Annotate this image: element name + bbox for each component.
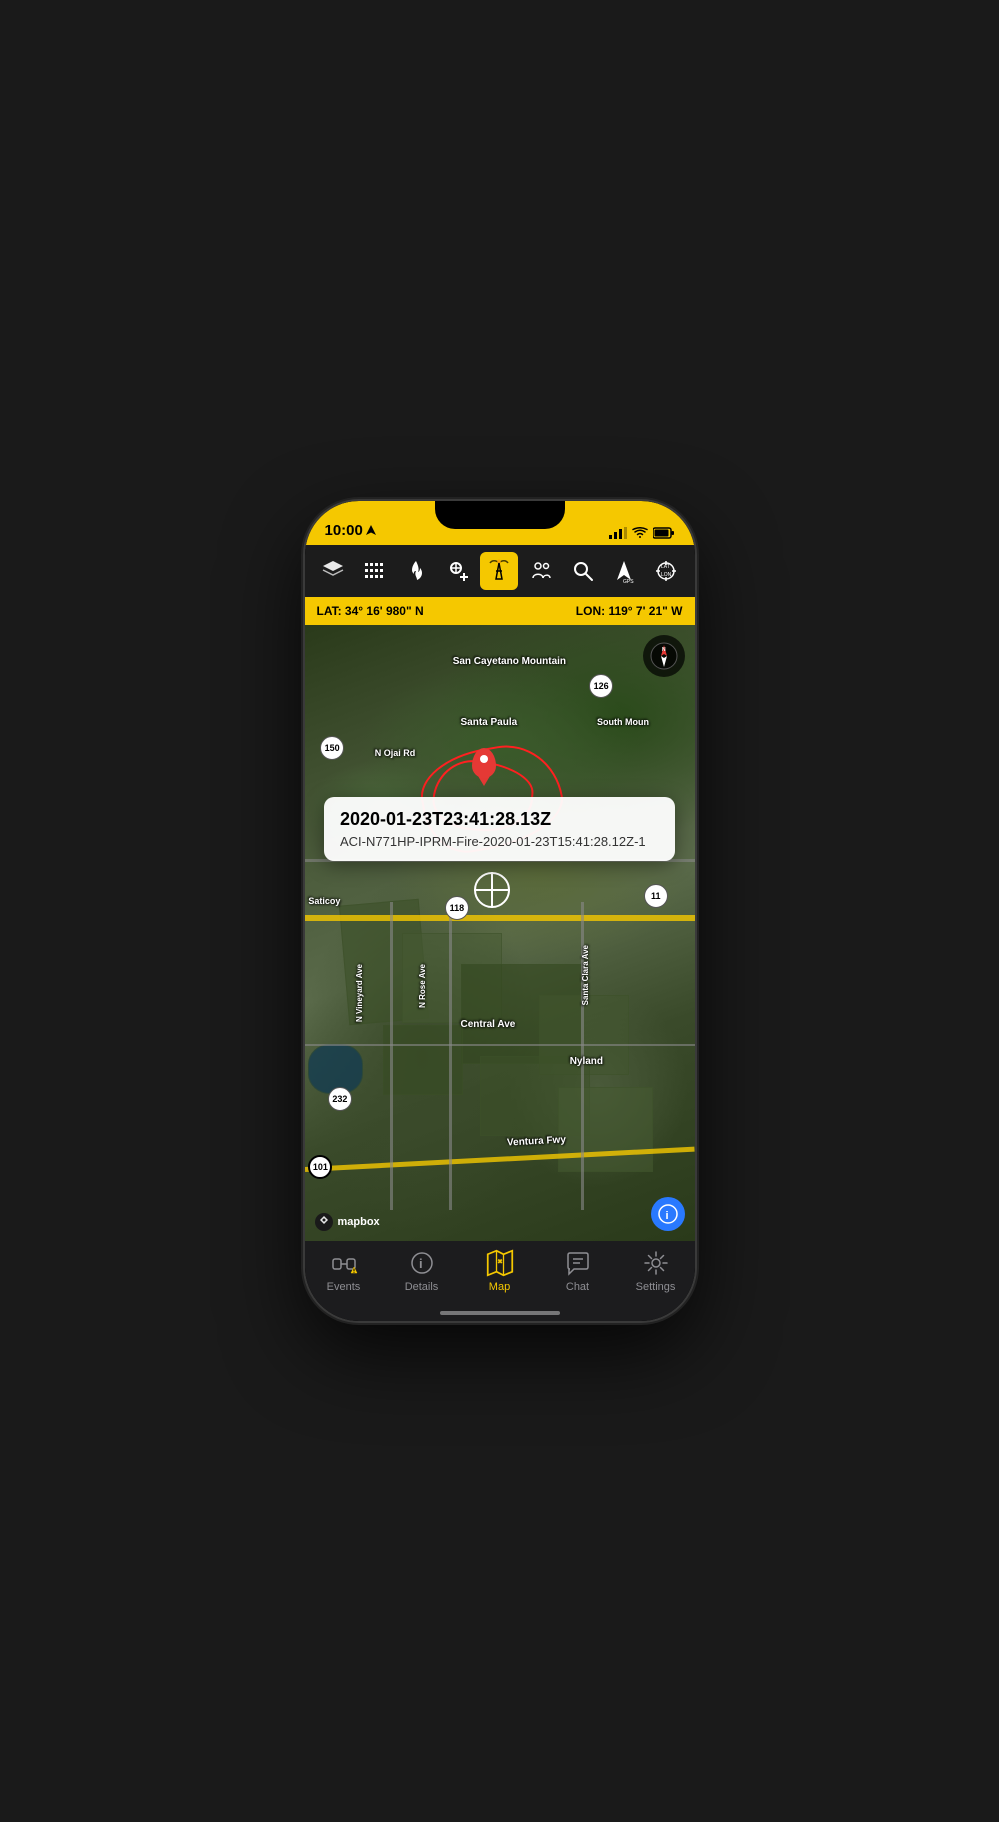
tab-bar: Events i Details	[305, 1241, 695, 1321]
svg-text:LAT: LAT	[661, 564, 670, 570]
route-badge-118: 118	[445, 896, 469, 920]
coords-bar: LAT: 34° 16' 980" N LON: 119° 7' 21" W	[305, 597, 695, 625]
search-icon	[571, 559, 595, 583]
popup-id: ACI-N771HP-IPRM-Fire-2020-01-23T15:41:28…	[340, 834, 659, 849]
compass[interactable]: N	[643, 635, 685, 677]
svg-text:i: i	[419, 1256, 423, 1271]
phone-device: 10:00	[305, 501, 695, 1321]
tab-events-icon	[330, 1249, 358, 1277]
fire-tower-active-icon	[485, 557, 513, 585]
controls-icon	[363, 559, 387, 583]
tab-map-icon	[486, 1249, 514, 1277]
tab-map[interactable]: Map	[470, 1249, 530, 1293]
tab-settings-icon	[642, 1249, 670, 1277]
location-arrow-icon	[366, 525, 376, 537]
svg-text:LON: LON	[661, 572, 672, 578]
map-road-vineyard	[390, 902, 393, 1210]
lat-coord: LAT: 34° 16' 980" N	[317, 604, 424, 618]
tab-details[interactable]: i Details	[392, 1249, 452, 1293]
pin-body	[472, 748, 496, 778]
svg-text:GPS: GPS	[623, 579, 634, 583]
mapbox-logo: mapbox	[315, 1213, 380, 1231]
home-indicator	[440, 1311, 560, 1315]
route-badge-232: 232	[328, 1087, 352, 1111]
route-badge-150: 150	[320, 736, 344, 760]
tab-events[interactable]: Events	[314, 1249, 374, 1293]
location-add-tool-button[interactable]	[439, 552, 477, 590]
map-road-central	[305, 1044, 695, 1046]
notch	[435, 501, 565, 529]
controls-tool-button[interactable]	[356, 552, 394, 590]
location-add-icon	[446, 559, 470, 583]
map-area[interactable]: N San Cayetano Mountain Santa Paula Sout…	[305, 625, 695, 1241]
fire-info-popup[interactable]: 2020-01-23T23:41:28.13Z ACI-N771HP-IPRM-…	[324, 797, 675, 861]
people-icon	[529, 559, 553, 583]
latlon-icon: LAT LON	[654, 559, 678, 583]
tab-chat-icon	[564, 1249, 592, 1277]
phone-screen: 10:00	[305, 501, 695, 1321]
layers-tool-button[interactable]	[314, 552, 352, 590]
mapbox-logo-icon	[315, 1213, 333, 1231]
gps-tool-button[interactable]: GPS	[605, 552, 643, 590]
tab-chat-label: Chat	[566, 1281, 589, 1293]
tab-settings-label: Settings	[636, 1281, 676, 1293]
tab-map-label: Map	[489, 1281, 510, 1293]
toolbar: GPS LAT LON	[305, 545, 695, 597]
fire-tool-button[interactable]	[397, 552, 435, 590]
tab-chat[interactable]: Chat	[548, 1249, 608, 1293]
battery-icon	[653, 527, 675, 539]
map-pin[interactable]	[472, 748, 496, 778]
wifi-icon	[632, 527, 648, 539]
pin-dot	[480, 755, 488, 763]
status-icons	[609, 527, 675, 539]
popup-timestamp: 2020-01-23T23:41:28.13Z	[340, 809, 659, 830]
search-tool-button[interactable]	[564, 552, 602, 590]
info-button[interactable]: i	[651, 1197, 685, 1231]
map-road-rose	[449, 902, 452, 1210]
tab-details-icon: i	[408, 1249, 436, 1277]
map-field	[558, 1087, 653, 1172]
route-badge-11: 11	[644, 884, 668, 908]
map-crosshair	[474, 872, 510, 908]
fire-icon	[404, 559, 428, 583]
gps-icon: GPS	[612, 559, 636, 583]
route-badge-101: 101	[308, 1155, 332, 1179]
info-icon: i	[658, 1204, 678, 1224]
tab-events-label: Events	[327, 1281, 361, 1293]
fire-tower-tool-button[interactable]	[480, 552, 518, 590]
layers-icon	[321, 559, 345, 583]
latlon-tool-button[interactable]: LAT LON	[647, 552, 685, 590]
tab-settings[interactable]: Settings	[626, 1249, 686, 1293]
mapbox-text: mapbox	[338, 1216, 380, 1228]
lon-coord: LON: 119° 7' 21" W	[576, 604, 683, 618]
tab-details-label: Details	[405, 1281, 439, 1293]
map-road-santaclara	[581, 902, 584, 1210]
map-lake	[308, 1044, 363, 1094]
map-highway-118	[305, 915, 695, 921]
signal-icon	[609, 527, 627, 539]
svg-text:i: i	[665, 1210, 668, 1222]
svg-text:N: N	[662, 647, 666, 653]
people-tool-button[interactable]	[522, 552, 560, 590]
status-time: 10:00	[325, 522, 376, 539]
